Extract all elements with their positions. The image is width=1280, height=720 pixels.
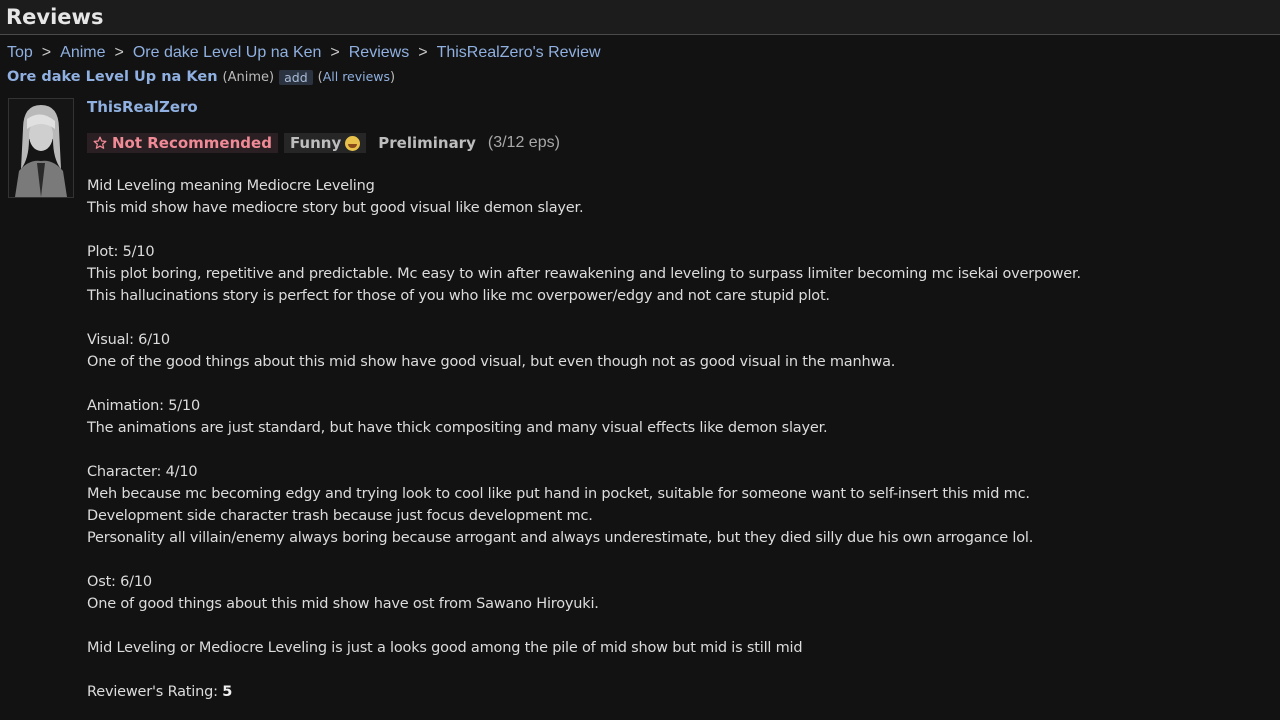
laughing-emoji-icon xyxy=(345,135,361,151)
breadcrumb-anime-title[interactable]: Ore dake Level Up na Ken xyxy=(133,44,322,61)
funny-label: Funny xyxy=(289,134,342,152)
review-line: Mid Leveling meaning Mediocre Leveling xyxy=(87,178,375,194)
funny-reaction-tag[interactable]: Funny xyxy=(283,133,367,153)
page-title: Reviews xyxy=(6,5,104,29)
review-line: Development side character trash because… xyxy=(87,508,593,524)
not-recommended-tag: Not Recommended xyxy=(87,133,278,153)
review-conclusion: Mid Leveling or Mediocre Leveling is jus… xyxy=(87,640,803,656)
rating-value: 5 xyxy=(222,684,233,700)
review-line: This hallucinations story is perfect for… xyxy=(87,288,830,304)
section-heading-ost: Ost: 6/10 xyxy=(87,574,152,590)
review-line: One of good things about this mid show h… xyxy=(87,596,599,612)
paren-close: ) xyxy=(390,70,396,85)
anime-title-row: Ore dake Level Up na Ken (Anime) add (Al… xyxy=(7,69,395,85)
star-outline-icon xyxy=(93,136,107,149)
breadcrumb-top[interactable]: Top xyxy=(7,44,33,61)
breadcrumb-reviews[interactable]: Reviews xyxy=(349,44,409,61)
episodes-watched: (3/12 eps) xyxy=(487,134,560,151)
rating-label: Reviewer's Rating: xyxy=(87,684,218,700)
breadcrumb-anime[interactable]: Anime xyxy=(60,44,105,61)
review-line: This plot boring, repetitive and predict… xyxy=(87,266,1081,282)
section-heading-character: Character: 4/10 xyxy=(87,464,198,480)
breadcrumb-separator: > xyxy=(330,44,340,61)
reviewer-avatar[interactable] xyxy=(8,98,74,198)
review-line: Personality all villain/enemy always bor… xyxy=(87,530,1034,546)
section-heading-plot: Plot: 5/10 xyxy=(87,244,155,260)
review-line: This mid show have mediocre story but go… xyxy=(87,200,584,216)
breadcrumb: Top > Anime > Ore dake Level Up na Ken > Revie… xyxy=(7,44,601,62)
review-line: Meh because mc becoming edgy and trying … xyxy=(87,486,1030,502)
breadcrumb-separator: > xyxy=(41,44,52,61)
anime-type: (Anime) xyxy=(222,69,275,85)
section-heading-visual: Visual: 6/10 xyxy=(87,332,170,348)
section-heading-animation: Animation: 5/10 xyxy=(87,398,200,414)
all-reviews-wrapper: (All reviews) xyxy=(318,69,395,85)
all-reviews-link[interactable]: All reviews xyxy=(323,69,390,84)
reviewer-username[interactable]: ThisRealZero xyxy=(87,98,198,116)
add-button[interactable]: add xyxy=(279,69,313,85)
reviewer-rating: Reviewer's Rating: 5 xyxy=(87,681,1081,703)
breadcrumb-separator: > xyxy=(114,44,124,61)
review-line: One of the good things about this mid sh… xyxy=(87,354,896,370)
not-recommended-label: Not Recommended xyxy=(112,134,272,152)
review-body: Mid Leveling meaning Mediocre Leveling T… xyxy=(87,175,1081,703)
breadcrumb-separator: > xyxy=(418,44,428,61)
review-tags: Not Recommended Funny Preliminary (3/12 … xyxy=(87,133,560,153)
anime-title-link[interactable]: Ore dake Level Up na Ken xyxy=(7,69,218,85)
review-line: The animations are just standard, but ha… xyxy=(87,420,828,436)
breadcrumb-current-review[interactable]: ThisRealZero's Review xyxy=(437,44,601,61)
preliminary-label: Preliminary xyxy=(378,134,476,152)
page-header: Reviews xyxy=(0,0,1280,35)
